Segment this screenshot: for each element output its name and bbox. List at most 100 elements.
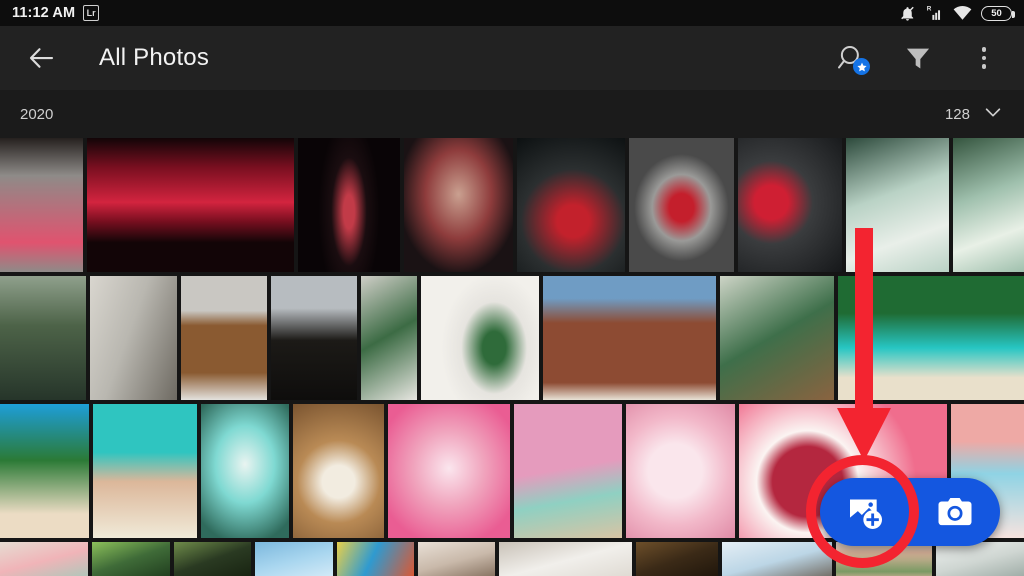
photo-woman-red-lips[interactable] (404, 138, 513, 272)
photo-green-forest[interactable] (92, 542, 170, 576)
photo-garden-furniture[interactable] (719, 276, 835, 400)
photo-thumbnail (514, 404, 623, 538)
battery-indicator: 50 (981, 5, 1015, 21)
photo-cliffside-house[interactable] (90, 276, 177, 400)
photo-thumbnail (0, 276, 87, 400)
photo-wooden-door[interactable] (180, 276, 268, 400)
section-header[interactable]: 2020 128 (0, 90, 1024, 138)
photo-coconut-halves[interactable] (293, 404, 384, 538)
photo-pink-hair-flower-eyes[interactable] (387, 404, 510, 538)
photo-thumbnail (92, 404, 197, 538)
status-bar-right: R 50 (899, 5, 1015, 22)
photo-thumbnail (838, 276, 1024, 400)
app-bar-actions (832, 38, 1004, 78)
photo-thumbnail (836, 542, 932, 576)
photo-thumbnail (200, 404, 290, 538)
photo-thumbnail (297, 138, 401, 272)
photo-blue-sky[interactable] (255, 542, 333, 576)
photo-eiffel-tower-night[interactable] (297, 138, 401, 272)
premium-star-badge (853, 58, 870, 75)
photo-pink-sky-field[interactable] (0, 542, 89, 576)
add-photo-icon (850, 499, 882, 529)
chevron-down-icon[interactable] (982, 101, 1004, 128)
page-title: All Photos (99, 44, 210, 71)
camera-button[interactable] (910, 478, 1000, 546)
photo-raspberries-chocolate[interactable] (737, 138, 843, 272)
photo-thumbnail (180, 276, 268, 400)
filter-button[interactable] (898, 38, 938, 78)
photo-grid-row (0, 138, 1024, 272)
photo-thumbnail (173, 542, 252, 576)
photo-palms-teal-sky[interactable] (200, 404, 290, 538)
battery-percent: 50 (991, 7, 1002, 19)
photo-thumbnail (721, 542, 833, 576)
photo-woman-red-suitcase[interactable] (516, 138, 626, 272)
photo-red-coat-cobblestone[interactable] (629, 138, 734, 272)
photo-colorful-umbrella[interactable] (336, 542, 414, 576)
star-icon (856, 62, 867, 71)
photo-thumbnail (636, 542, 718, 576)
camera-icon (938, 498, 972, 526)
back-arrow-icon (29, 48, 54, 68)
photo-thumbnail (935, 542, 1024, 576)
photo-mountain-valley[interactable] (0, 276, 87, 400)
photo-greenhouse-woman[interactable] (952, 138, 1024, 272)
photo-woman-portrait-plant[interactable] (836, 542, 932, 576)
photo-thumbnail (0, 542, 89, 576)
section-photo-count: 128 (944, 105, 970, 123)
photo-thumbnail (336, 542, 414, 576)
photo-pouring-coconut[interactable] (92, 404, 197, 538)
search-button[interactable] (832, 38, 872, 78)
photo-thumbnail (387, 404, 510, 538)
svg-text:R: R (927, 5, 932, 12)
photo-thumbnail (499, 542, 633, 576)
section-header-right: 128 (945, 101, 1004, 128)
photo-thumbnail (90, 276, 177, 400)
photo-pink-dessert-plate[interactable] (626, 404, 735, 538)
create-fab[interactable] (820, 478, 1000, 546)
photo-thumbnail (516, 138, 626, 272)
photo-beach-palms[interactable] (0, 404, 89, 538)
photo-thumbnail (293, 404, 384, 538)
photo-dark-wood[interactable] (636, 542, 718, 576)
photo-grid-row (0, 542, 1024, 576)
lightroom-all-photos-screen: 11:12 AM Lr R 50 All Photos 2020 128 (0, 0, 1024, 576)
overflow-menu-button[interactable] (964, 38, 1004, 78)
photo-thumbnail (404, 138, 513, 272)
add-photos-button[interactable] (820, 478, 910, 546)
status-bar-clock: 11:12 AM (12, 5, 76, 21)
photo-white-gallery-wall[interactable] (499, 542, 633, 576)
photo-thumbnail (626, 404, 735, 538)
photo-thumbnail (255, 542, 333, 576)
photo-woman-white-dress[interactable] (846, 138, 949, 272)
photo-thumbnail (420, 276, 540, 400)
photo-thumbnail (846, 138, 949, 272)
photo-thumbnail (543, 276, 716, 400)
photo-red-sunset[interactable] (86, 138, 294, 272)
notifications-off-icon (899, 5, 916, 22)
photo-doorway-pastel[interactable] (418, 542, 496, 576)
photo-blonde-pink-hair[interactable] (0, 138, 83, 272)
photo-brick-mansion[interactable] (543, 276, 716, 400)
photo-winter-branches[interactable] (721, 542, 833, 576)
photo-garden-terrace[interactable] (361, 276, 417, 400)
photo-pink-roses-books[interactable] (514, 404, 623, 538)
overflow-menu-icon (981, 47, 987, 69)
section-year-label: 2020 (20, 105, 54, 123)
photo-tree-branch[interactable] (173, 542, 252, 576)
photo-thumbnail (361, 276, 417, 400)
status-bar-left: 11:12 AM Lr (12, 5, 100, 21)
photo-tropical-beach-pier[interactable] (838, 276, 1024, 400)
status-bar: 11:12 AM Lr R 50 (0, 0, 1024, 26)
photo-castle-neuschwanstein[interactable] (271, 276, 358, 400)
photo-thumbnail (737, 138, 843, 272)
photo-thumbnail (86, 138, 294, 272)
photo-thumbnail (271, 276, 358, 400)
filter-funnel-icon (906, 48, 930, 69)
app-bar: All Photos (0, 26, 1024, 90)
photo-plant-interior[interactable] (420, 276, 540, 400)
back-button[interactable] (20, 36, 64, 80)
photo-thumbnail (0, 138, 83, 272)
wifi-icon (953, 5, 972, 21)
photo-extra-tile[interactable] (935, 542, 1024, 576)
